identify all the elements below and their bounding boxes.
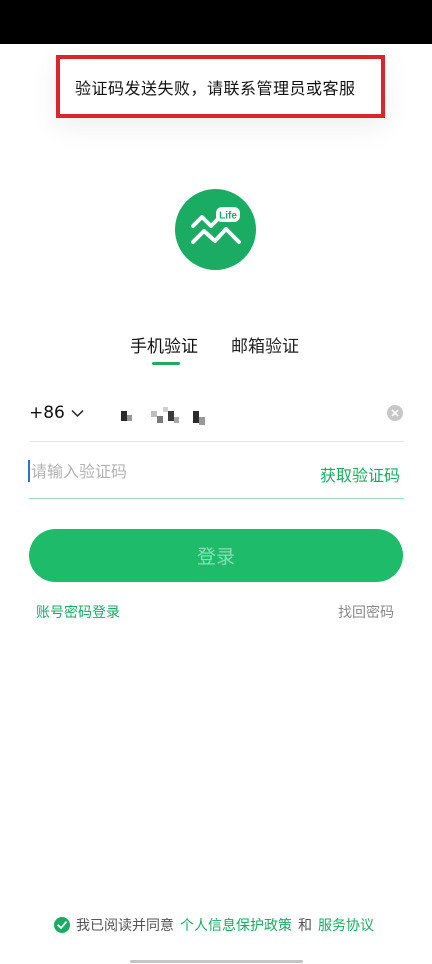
- home-indicator: [130, 960, 303, 963]
- active-tab-indicator: [152, 362, 180, 365]
- clear-icon: [391, 409, 399, 417]
- phone-divider: [29, 441, 404, 442]
- country-code-selector[interactable]: +86: [29, 403, 84, 423]
- clear-phone-button[interactable]: [387, 405, 403, 421]
- app-logo: Life: [175, 189, 256, 270]
- chevron-down-icon: [71, 403, 84, 423]
- toast-message: 验证码发送失败，请联系管理员或客服: [75, 78, 356, 98]
- agreement-checkbox[interactable]: [54, 917, 70, 933]
- phone-number-masked[interactable]: [121, 405, 216, 429]
- mountain-logo-icon: Life: [191, 207, 241, 244]
- get-code-button[interactable]: 获取验证码: [320, 462, 400, 486]
- find-password-link[interactable]: 找回密码: [338, 602, 394, 622]
- password-login-link[interactable]: 账号密码登录: [36, 602, 120, 622]
- agreement-prefix: 我已阅读并同意: [76, 918, 174, 934]
- tab-phone-verify[interactable]: 手机验证: [130, 332, 198, 357]
- verification-code-input[interactable]: [29, 458, 311, 484]
- status-bar: [0, 0, 432, 44]
- code-divider: [29, 498, 404, 499]
- error-toast: 验证码发送失败，请联系管理员或客服: [56, 55, 385, 118]
- privacy-policy-link[interactable]: 个人信息保护政策: [180, 915, 292, 935]
- login-button[interactable]: 登录: [29, 529, 403, 582]
- country-code: +86: [29, 403, 65, 423]
- terms-of-service-link[interactable]: 服务协议: [318, 915, 374, 935]
- svg-text:Life: Life: [219, 211, 237, 222]
- agreement-row: 我已阅读并同意 个人信息保护政策 和 服务协议: [54, 915, 374, 935]
- agreement-and: 和: [298, 918, 312, 934]
- tab-email-verify[interactable]: 邮箱验证: [231, 332, 299, 357]
- text-cursor: [28, 460, 30, 482]
- check-icon: [57, 921, 67, 929]
